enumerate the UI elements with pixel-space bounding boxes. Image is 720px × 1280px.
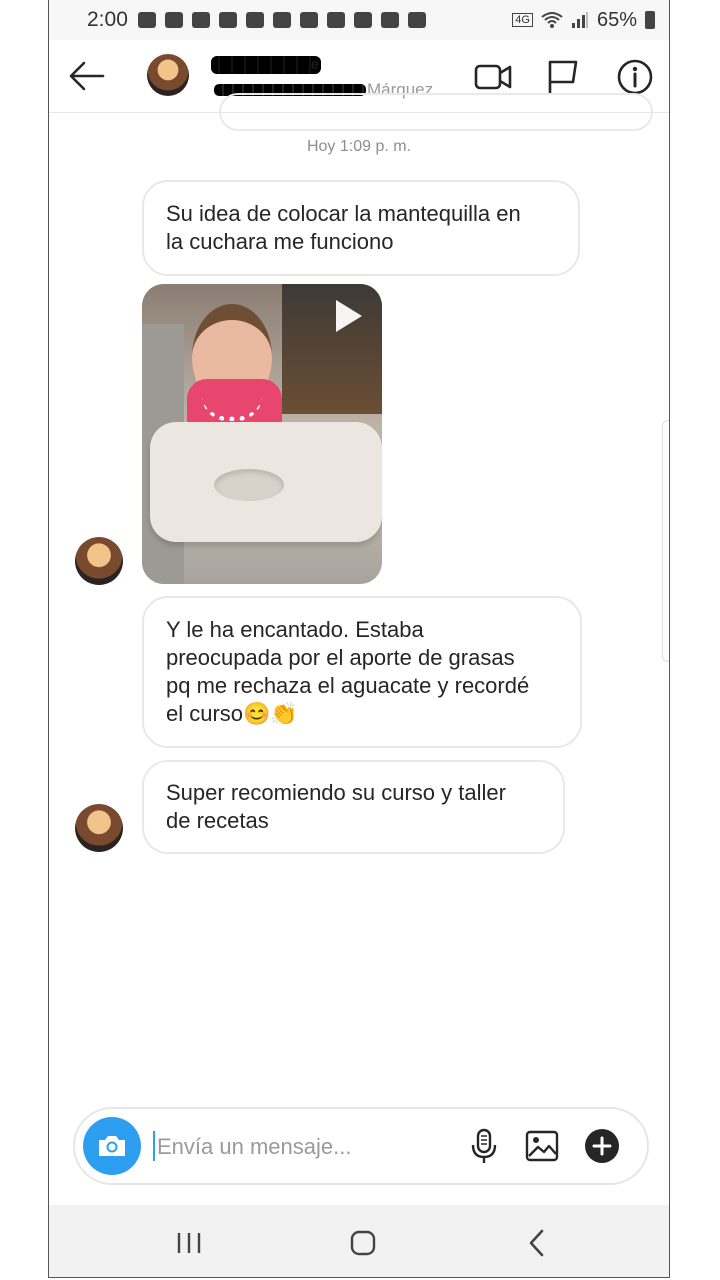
- gallery-notification-icon: [353, 12, 372, 28]
- home-icon[interactable]: [343, 1223, 383, 1263]
- video-background-cabinet: [282, 284, 382, 414]
- message-thread[interactable]: Hoy 1:09 p. m. Su idea de colocar la man…: [49, 93, 669, 1103]
- message-timestamp: Hoy 1:09 p. m.: [306, 138, 412, 155]
- phone-screen: 2:00 4G 65% e Márquez Hoy 1:09 p. m. Su …: [48, 0, 670, 1278]
- contact-avatar[interactable]: [147, 54, 189, 96]
- video-message[interactable]: [142, 284, 382, 584]
- contact-name-suffix: e: [311, 56, 319, 72]
- microphone-icon[interactable]: [465, 1127, 503, 1165]
- message-bubble[interactable]: Y le ha encantado. Estaba preocupada por…: [142, 596, 582, 748]
- status-time: 2:00: [87, 8, 128, 31]
- android-nav-bar: [49, 1205, 669, 1277]
- scroll-indicator[interactable]: [662, 420, 669, 662]
- battery-icon: [645, 11, 655, 29]
- cast-notification-icon: [272, 12, 291, 28]
- status-bar: 2:00 4G 65%: [49, 0, 669, 40]
- previous-message-bubble: [219, 93, 653, 131]
- sender-avatar[interactable]: [75, 537, 123, 585]
- plus-icon[interactable]: [583, 1127, 621, 1165]
- sender-avatar[interactable]: [75, 804, 123, 852]
- camera-icon: [99, 1136, 125, 1156]
- status-right: 4G 65%: [512, 9, 655, 32]
- battery-percent: 65%: [596, 8, 637, 31]
- back-nav-icon[interactable]: [517, 1223, 557, 1263]
- notification-icons: [137, 12, 426, 28]
- recent-apps-icon[interactable]: [169, 1223, 209, 1263]
- dropbox-notification-icon: [326, 12, 345, 28]
- contact-name-redacted: [211, 56, 321, 74]
- app-notification-icon: [245, 12, 264, 28]
- message-composer: [73, 1107, 649, 1185]
- video-camera-icon[interactable]: [473, 57, 513, 97]
- chrome-notification-icon: [191, 12, 210, 28]
- flag-icon[interactable]: [543, 57, 583, 97]
- camera-button[interactable]: [83, 1117, 141, 1175]
- signal-icon: [571, 12, 588, 28]
- message-bubble[interactable]: Super recomiendo su curso y taller de re…: [142, 760, 565, 854]
- message-bubble[interactable]: Su idea de colocar la mantequilla en la …: [142, 180, 580, 276]
- play-icon[interactable]: [336, 300, 362, 332]
- photos-notification-icon: [407, 12, 426, 28]
- network-badge: 4G: [512, 13, 533, 27]
- message-input[interactable]: [155, 1127, 459, 1167]
- calendar-notification-icon: [137, 12, 156, 28]
- play-notification-icon: [380, 12, 399, 28]
- image-icon[interactable]: [523, 1127, 561, 1165]
- wifi-icon: [541, 12, 563, 28]
- message-notification-icon: [164, 12, 183, 28]
- download-notification-icon: [299, 12, 318, 28]
- info-icon[interactable]: [615, 57, 655, 97]
- instagram-notification-icon: [218, 12, 237, 28]
- arrow-left-icon[interactable]: [67, 56, 107, 96]
- video-tray-cup: [214, 469, 284, 501]
